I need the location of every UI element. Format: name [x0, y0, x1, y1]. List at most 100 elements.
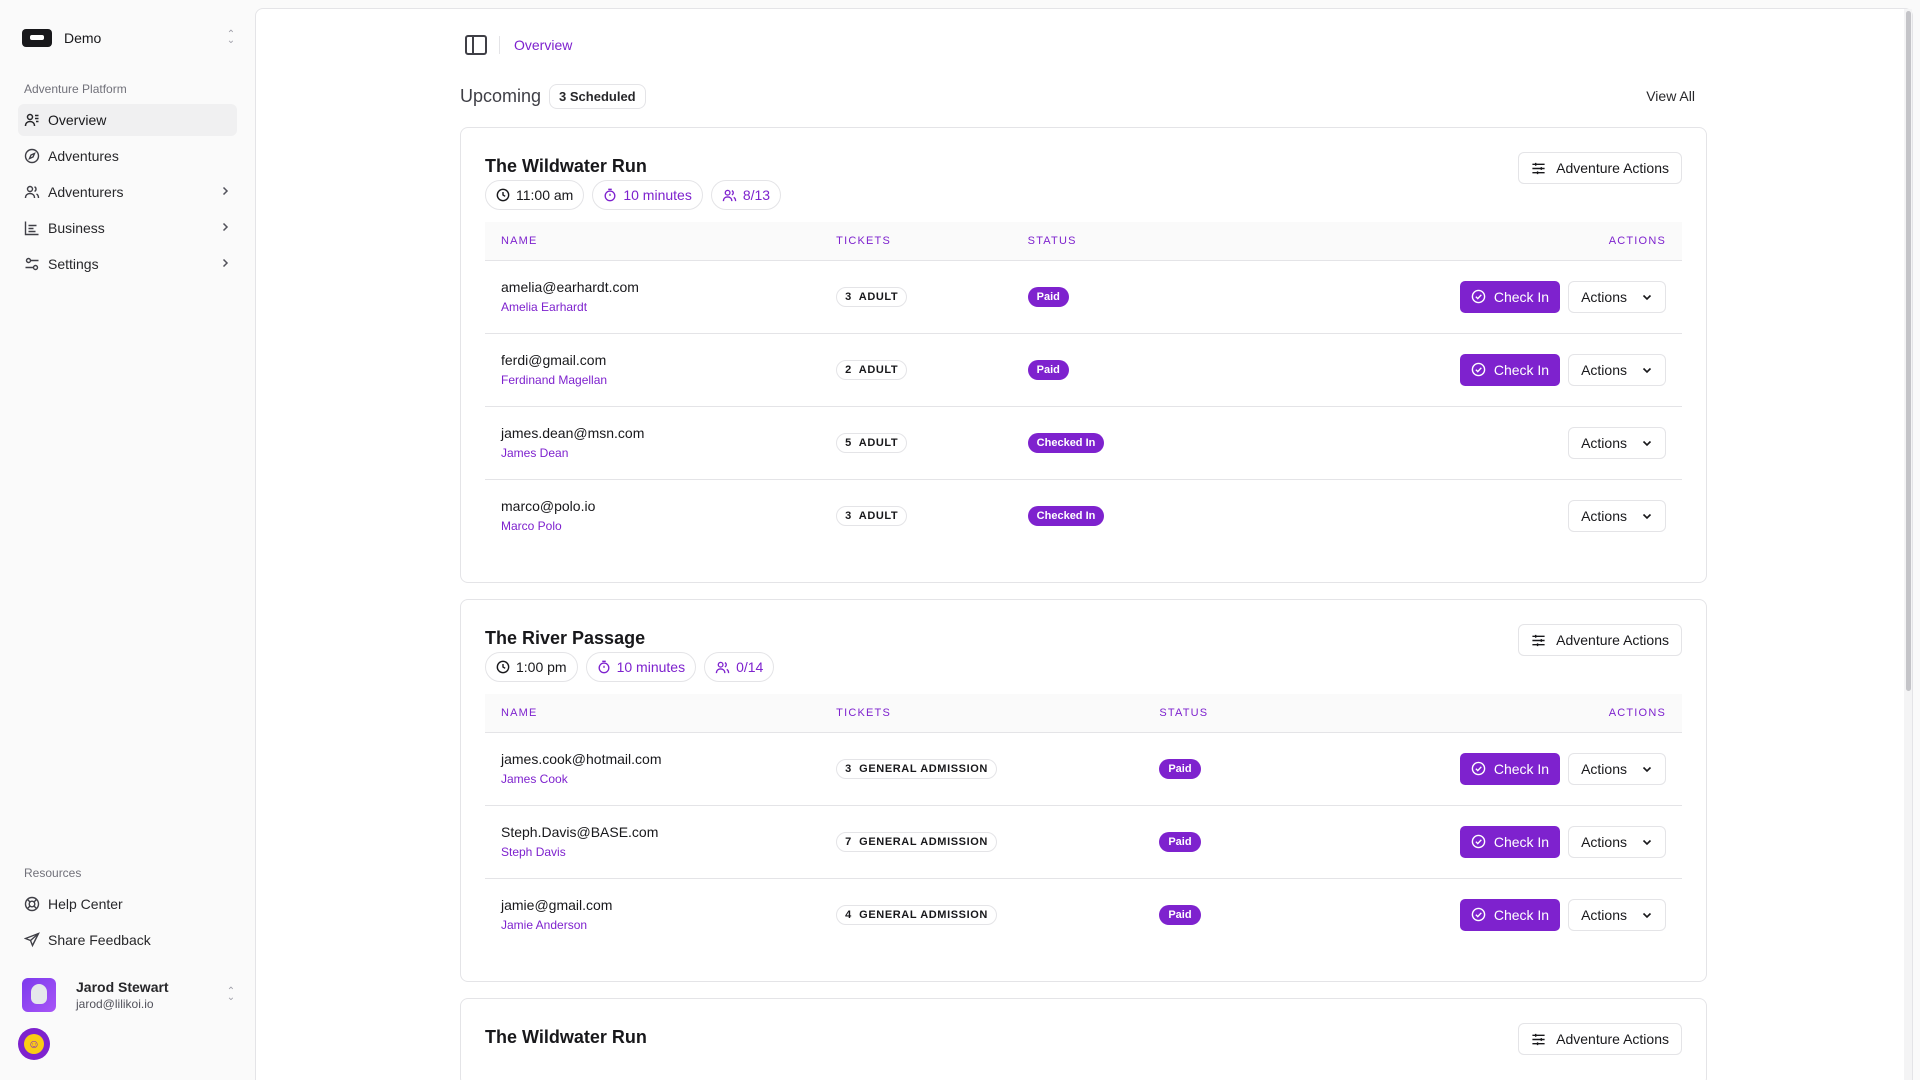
actions-label: Actions	[1581, 434, 1627, 451]
adventure-actions-button[interactable]: Adventure Actions	[1518, 624, 1682, 656]
duration-chip: 10 minutes	[585, 652, 697, 682]
breadcrumb[interactable]: Overview	[514, 37, 572, 53]
check-in-button[interactable]: Check In	[1459, 898, 1561, 931]
duration-chip: 10 minutes	[592, 180, 703, 210]
participant-name[interactable]: Steph Davis	[501, 845, 804, 859]
chevron-right-icon	[219, 257, 231, 272]
user-menu[interactable]: Jarod Stewart jarod@lilikoi.io ⌃ ⌄	[18, 978, 237, 1012]
adventure-card: The Wildwater Run Adventure Actions	[460, 998, 1707, 1080]
sidebar-item-label: Help Center	[48, 896, 123, 912]
check-in-button[interactable]: Check In	[1459, 280, 1561, 313]
capacity-chip: 8/13	[710, 180, 782, 210]
scrollbar-thumb[interactable]	[1906, 11, 1911, 691]
actions-label: Actions	[1581, 833, 1627, 850]
actions-cell: Actions	[1221, 406, 1682, 480]
check-in-button[interactable]: Check In	[1459, 353, 1561, 386]
actions-cell: Check In Actions	[1280, 732, 1682, 806]
adventure-meta: 11:00 am 10 minutes 8/13	[485, 180, 782, 210]
sidebar-item-overview[interactable]: Overview	[18, 104, 237, 136]
row-actions-dropdown[interactable]: Actions	[1568, 752, 1666, 785]
table-row: Steph.Davis@BASE.com Steph Davis 7 GENERAL…	[485, 805, 1682, 879]
actions-cell: Check In Actions	[1280, 805, 1682, 879]
status-cell: Paid	[1011, 333, 1222, 407]
status-cell: Paid	[1143, 805, 1280, 879]
sidebar-item-label: Adventurers	[48, 184, 124, 200]
team-name: Demo	[64, 30, 102, 46]
adventure-actions-button[interactable]: Adventure Actions	[1518, 152, 1682, 184]
row-actions-dropdown[interactable]: Actions	[1568, 280, 1666, 313]
chevron-right-icon	[219, 185, 231, 200]
duration-value: 10 minutes	[623, 187, 692, 203]
participant-name[interactable]: Jamie Anderson	[501, 918, 804, 932]
sidebar-toggle-icon[interactable]	[465, 35, 487, 55]
scheduled-count-badge: 3 Scheduled	[549, 83, 646, 109]
table-header-row: NAME TICKETS STATUS ACTIONS	[485, 694, 1682, 733]
participants-table: NAME TICKETS STATUS ACTIONS james.cook@hotma…	[485, 694, 1682, 951]
team-switcher[interactable]: Demo ⌃ ⌄	[18, 24, 237, 52]
chevron-down-icon	[1641, 291, 1653, 303]
actions-cell: Actions	[1222, 479, 1682, 552]
support-chat-button[interactable]: ☺	[18, 1028, 50, 1060]
chevron-down-icon	[1641, 909, 1653, 921]
name-cell: Steph.Davis@BASE.com Steph Davis	[485, 805, 821, 879]
smiley-icon: ☺	[24, 1034, 44, 1054]
time-value: 11:00 am	[516, 187, 574, 203]
sidebar-item-label: Settings	[48, 256, 99, 272]
sidebar-item-adventures[interactable]: Adventures	[18, 140, 237, 172]
chart-icon	[24, 220, 40, 236]
participant-name[interactable]: Ferdinand Magellan	[501, 373, 804, 387]
row-actions-dropdown[interactable]: Actions	[1568, 426, 1666, 459]
adventure-info: The Wildwater Run 11:00 am 10 minutes 8/13	[485, 152, 782, 210]
capacity-value: 8/13	[742, 187, 771, 203]
sidebar-item-business[interactable]: Business	[18, 212, 237, 244]
clock-icon	[496, 188, 510, 202]
users-icon	[715, 660, 730, 675]
participant-name[interactable]: Amelia Earhardt	[501, 300, 804, 314]
check-in-label: Check In	[1493, 833, 1550, 850]
capacity-chip: 0/14	[704, 652, 775, 682]
status-badge: Paid	[1159, 758, 1201, 779]
filter-list-icon	[1531, 633, 1546, 648]
row-actions-dropdown[interactable]: Actions	[1568, 353, 1666, 386]
adventure-actions-button[interactable]: Adventure Actions	[1518, 1023, 1682, 1055]
user-email: jarod@lilikoi.io	[76, 997, 154, 1011]
participant-name[interactable]: James Dean	[501, 446, 804, 460]
ticket-badge: 3 GENERAL ADMISSION	[836, 758, 997, 779]
adventure-card-header: The River Passage 1:00 pm 10 minutes 0/14 Ad…	[485, 624, 1682, 682]
actions-label: Actions	[1581, 906, 1627, 923]
check-in-button[interactable]: Check In	[1459, 752, 1561, 785]
sidebar-item-adventurers[interactable]: Adventurers	[18, 176, 237, 208]
participant-email: ferdi@gmail.com	[501, 352, 607, 368]
name-cell: jamie@gmail.com Jamie Anderson	[485, 878, 820, 951]
status-badge: Paid	[1027, 359, 1069, 380]
user-name: Jarod Stewart	[76, 979, 169, 995]
status-cell: Paid	[1143, 732, 1280, 806]
row-actions-dropdown[interactable]: Actions	[1568, 825, 1666, 858]
view-all-link[interactable]: View All	[1646, 88, 1695, 104]
chevron-right-icon	[219, 221, 231, 236]
scrollbar[interactable]	[1904, 9, 1912, 1080]
participant-name[interactable]: James Cook	[501, 772, 804, 786]
lifebuoy-icon	[24, 896, 40, 912]
sidebar-item-share-feedback[interactable]: Share Feedback	[18, 924, 237, 956]
actions-label: Actions	[1581, 361, 1627, 378]
tickets-cell: 5 ADULT	[820, 406, 1012, 480]
compass-icon	[24, 148, 40, 164]
divider	[499, 36, 500, 54]
row-actions-dropdown[interactable]: Actions	[1568, 898, 1666, 931]
adventure-title: The River Passage	[485, 628, 646, 648]
table-row: james.dean@msn.com James Dean 5 ADULT Check…	[485, 406, 1682, 480]
participant-email: Steph.Davis@BASE.com	[501, 824, 659, 840]
sidebar-item-label: Business	[48, 220, 105, 236]
sidebar-item-help-center[interactable]: Help Center	[18, 888, 237, 920]
sidebar-item-settings[interactable]: Settings	[18, 248, 237, 280]
name-cell: james.dean@msn.com James Dean	[485, 406, 821, 480]
participant-name[interactable]: Marco Polo	[501, 519, 804, 533]
participant-email: amelia@earhardt.com	[501, 279, 639, 295]
adventure-list: The Wildwater Run 11:00 am 10 minutes 8/13 A…	[460, 127, 1707, 1080]
check-in-button[interactable]: Check In	[1459, 825, 1561, 858]
row-actions-dropdown[interactable]: Actions	[1568, 499, 1666, 532]
chevron-down-icon	[1641, 437, 1653, 449]
name-cell: marco@polo.io Marco Polo	[485, 479, 820, 552]
check-in-label: Check In	[1493, 906, 1550, 923]
